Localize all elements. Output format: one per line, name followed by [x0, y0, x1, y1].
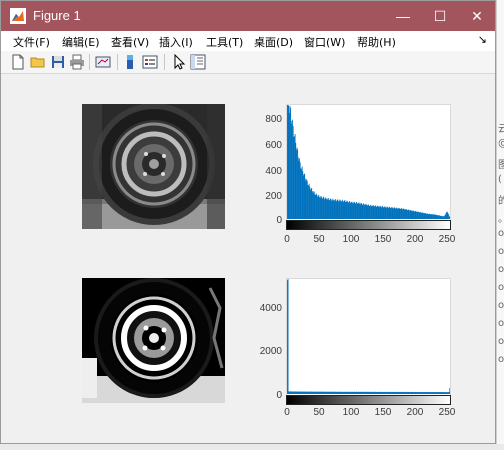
- grayscale-colorbar-bottom: [286, 395, 451, 405]
- ytick-label: 600: [265, 140, 282, 151]
- grayscale-colorbar-top: [286, 220, 451, 230]
- histogram-top-plot: [287, 105, 450, 219]
- xtick-label: 50: [313, 234, 325, 245]
- xtick-label: 200: [406, 234, 424, 245]
- background-text: ot: [498, 336, 504, 347]
- ytick-label: 0: [276, 215, 282, 226]
- menu-window[interactable]: 窗口(W): [304, 34, 345, 50]
- background-text: ot: [498, 300, 504, 311]
- close-button[interactable]: ✕: [458, 1, 496, 31]
- histogram-axes-bottom[interactable]: [286, 278, 451, 396]
- window-title: Figure 1: [33, 8, 81, 23]
- menu-overflow-arrow-icon[interactable]: ↘: [478, 33, 487, 46]
- ytick-label: 2000: [259, 346, 282, 357]
- menu-view[interactable]: 查看(V): [111, 34, 149, 50]
- ytick-label: 4000: [259, 303, 282, 314]
- menu-edit[interactable]: 编辑(E): [62, 34, 100, 50]
- property-inspector-icon[interactable]: [190, 54, 206, 70]
- maximize-button[interactable]: ☐: [421, 1, 459, 31]
- figure-window: Figure 1 — ☐ ✕ 文件(F) 编辑(E) 查看(V) 插入(I) 工…: [0, 0, 496, 444]
- minimize-button[interactable]: —: [384, 1, 422, 31]
- xtick-label: 250: [438, 407, 456, 418]
- xtick-label: 100: [342, 234, 360, 245]
- background-text: 的: [498, 196, 504, 207]
- xtick-label: 150: [374, 407, 392, 418]
- menu-bar: 文件(F) 编辑(E) 查看(V) 插入(I) 工具(T) 桌面(D) 窗口(W…: [1, 31, 495, 51]
- menu-tools[interactable]: 工具(T): [206, 34, 243, 50]
- link-plot-icon[interactable]: [95, 54, 111, 70]
- xtick-label: 50: [313, 407, 325, 418]
- ytick-label: 800: [265, 114, 282, 125]
- background-text: ot: [498, 246, 504, 257]
- histogram-bottom-plot: [287, 279, 450, 394]
- toolbar-separator: [89, 54, 90, 70]
- toolbar-separator: [164, 54, 165, 70]
- background-text: 图: [498, 160, 504, 171]
- xtick-label: 100: [342, 407, 360, 418]
- menu-desktop[interactable]: 桌面(D): [254, 34, 293, 50]
- xtick-label: 200: [406, 407, 424, 418]
- tire-equalized-image: [82, 278, 225, 403]
- matlab-figure-icon: [10, 8, 26, 24]
- histogram-bar: [287, 279, 289, 394]
- histogram-axes-top[interactable]: [286, 104, 451, 221]
- background-text: ot: [498, 282, 504, 293]
- open-file-icon[interactable]: [30, 54, 46, 70]
- background-text: 云: [498, 124, 504, 135]
- title-bar[interactable]: Figure 1 — ☐ ✕: [1, 1, 495, 31]
- print-icon[interactable]: [69, 54, 85, 70]
- ytick-label: 400: [265, 166, 282, 177]
- menu-file[interactable]: 文件(F): [13, 34, 50, 50]
- ytick-label: 0: [276, 390, 282, 401]
- background-text: (: [498, 174, 502, 185]
- insert-legend-icon[interactable]: [142, 54, 158, 70]
- background-text: ot: [498, 318, 504, 329]
- background-text: @: [498, 138, 504, 149]
- new-figure-icon[interactable]: [10, 54, 26, 70]
- background-bottom-strip: [0, 444, 504, 450]
- histogram-bar: [449, 216, 450, 219]
- background-window-strip: 云 @ 图 ( 的。 ot ot ot ot ot ot ot ot: [496, 0, 504, 450]
- menu-insert[interactable]: 插入(I): [159, 34, 193, 50]
- edit-plot-arrow-icon[interactable]: [171, 54, 187, 70]
- toolbar-separator: [117, 54, 118, 70]
- background-text: ot: [498, 264, 504, 275]
- tire-grayscale-image: [82, 104, 225, 229]
- background-text: ot: [498, 228, 504, 239]
- xtick-label: 0: [284, 407, 290, 418]
- histogram-bar: [449, 387, 450, 394]
- xtick-label: 250: [438, 234, 456, 245]
- background-text: ot: [498, 354, 504, 365]
- ytick-label: 200: [265, 191, 282, 202]
- background-text: 。: [498, 210, 504, 225]
- insert-colorbar-icon[interactable]: [122, 54, 138, 70]
- menu-help[interactable]: 帮助(H): [357, 34, 396, 50]
- toolbar: [1, 51, 495, 74]
- xtick-label: 0: [284, 234, 290, 245]
- xtick-label: 150: [374, 234, 392, 245]
- save-icon[interactable]: [50, 54, 66, 70]
- figure-canvas: 800 600 400 200 0 0 50 100 150 200 250 4…: [1, 74, 495, 443]
